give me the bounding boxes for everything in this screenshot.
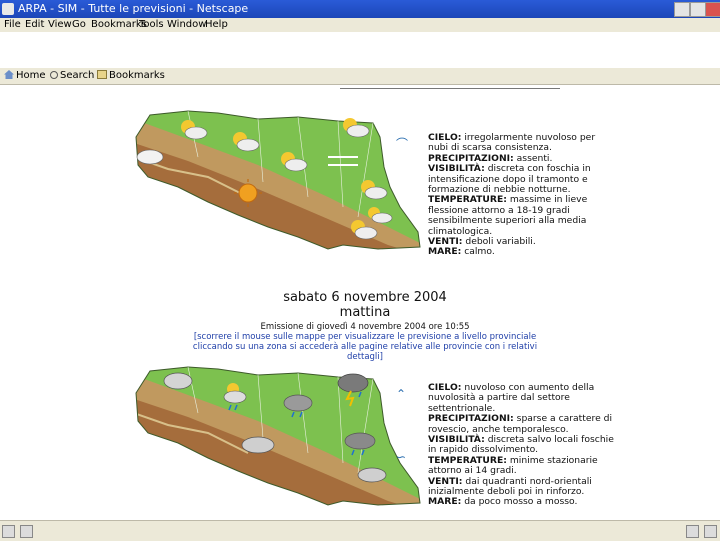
- minimize-button[interactable]: [674, 2, 690, 17]
- cloud-icon: [357, 467, 387, 483]
- toolbar-area: [0, 32, 720, 69]
- sea-calm-icon: ⌒: [396, 137, 409, 151]
- search-label: Search: [60, 70, 95, 81]
- bookmarks-label: Bookmarks: [109, 70, 165, 81]
- home-label: Home: [16, 70, 46, 81]
- forecast-map-2[interactable]: [128, 353, 428, 513]
- sea-wave-icon: ∽: [396, 450, 407, 464]
- menu-bar: File Edit View Go Bookmarks Tools Window…: [0, 18, 720, 32]
- search-icon: [50, 71, 58, 79]
- page-content: ⌒ CIELO: irregolarmente nuvoloso per nub…: [0, 85, 720, 520]
- menu-help[interactable]: Help: [205, 19, 228, 30]
- bookmarks-button[interactable]: Bookmarks: [97, 70, 165, 82]
- menu-window[interactable]: Window: [167, 19, 206, 30]
- mail-icon[interactable]: [20, 525, 33, 538]
- forecast-period: mattina: [339, 305, 391, 320]
- emission-info: Emissione di giovedì 4 novembre 2004 ore…: [260, 322, 470, 332]
- menu-view[interactable]: View: [48, 19, 72, 30]
- window-title: ARPA - SIM - Tutte le previsioni - Netsc…: [18, 2, 249, 15]
- forecast-text-2: CIELO: nuvoloso con aumento della nuvolo…: [428, 382, 614, 508]
- cloud-icon: [241, 436, 275, 454]
- home-button[interactable]: Home: [4, 70, 46, 82]
- forecast-date: sabato 6 novembre 2004: [283, 290, 447, 305]
- menu-edit[interactable]: Edit: [25, 19, 44, 30]
- menu-file[interactable]: File: [4, 19, 21, 30]
- personal-toolbar: Home Search Bookmarks: [0, 68, 720, 85]
- bookmarks-icon: [97, 70, 107, 79]
- forecast-text-1: CIELO: irregolarmente nuvoloso per nubi …: [428, 132, 596, 258]
- online-status-icon: [704, 525, 717, 538]
- window-titlebar: ARPA - SIM - Tutte le previsioni - Netsc…: [0, 0, 720, 18]
- home-icon: [4, 70, 14, 79]
- cloud-icon: [136, 149, 164, 165]
- close-button[interactable]: [705, 2, 720, 17]
- menu-tools[interactable]: Tools: [139, 19, 164, 30]
- maximize-button[interactable]: [690, 2, 706, 17]
- menu-go[interactable]: Go: [72, 19, 86, 30]
- status-icon[interactable]: [2, 525, 15, 538]
- cut-off-text: [340, 85, 560, 89]
- forecast-map-1[interactable]: [128, 97, 428, 257]
- search-button[interactable]: Search: [50, 70, 94, 82]
- forecast-date-header: sabato 6 novembre 2004 mattina Emissione…: [180, 290, 550, 362]
- status-bar: [0, 520, 720, 541]
- security-icon: [686, 525, 699, 538]
- map-hint-line-1: [scorrere il mouse sulle mappe per visua…: [193, 332, 537, 342]
- sea-mosso-icon: ⌃: [396, 387, 407, 401]
- cloud-icon: [163, 372, 193, 390]
- netscape-app-icon: [2, 3, 14, 15]
